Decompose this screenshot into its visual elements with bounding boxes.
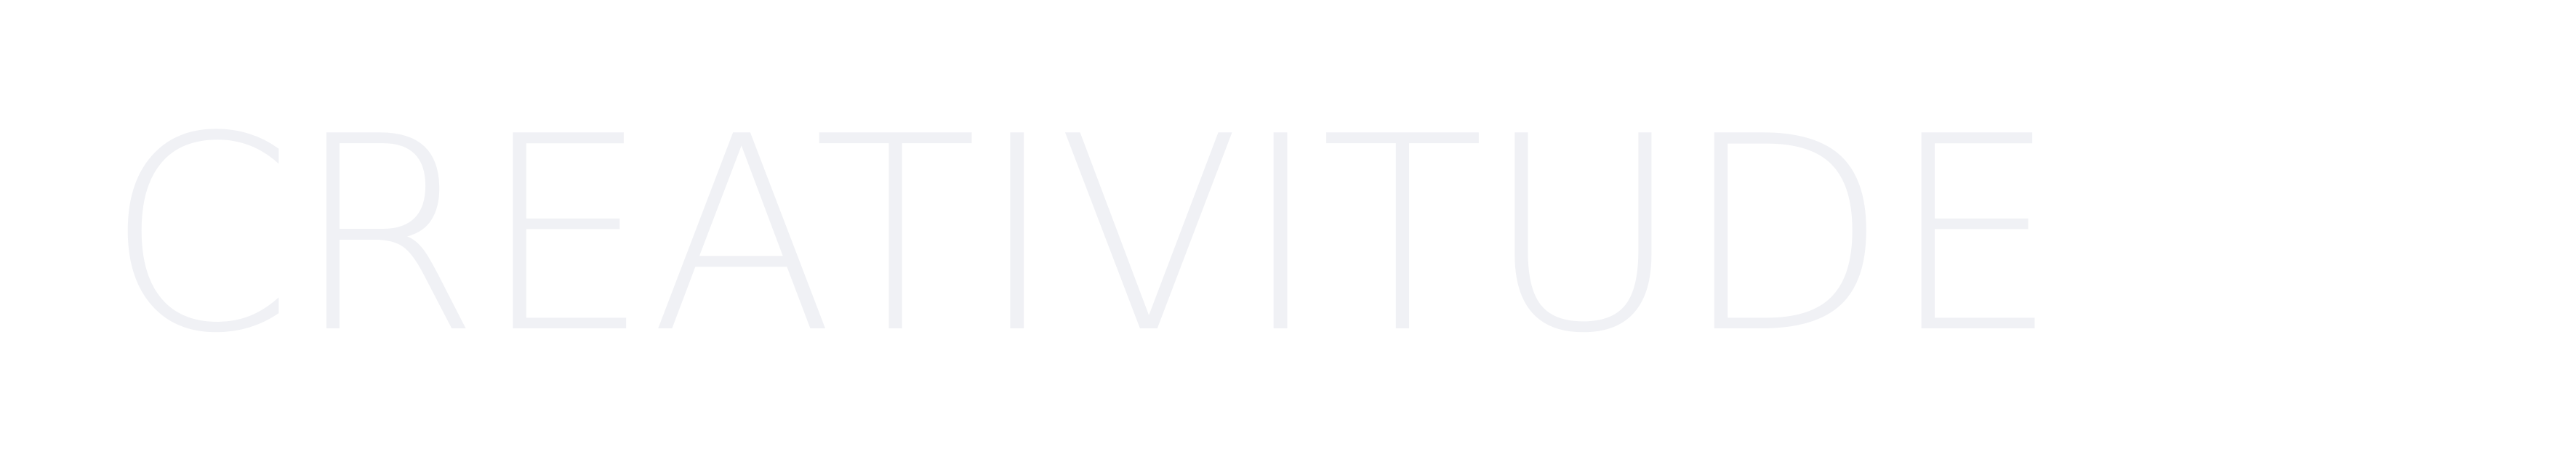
logo-canvas: CREATIVITUDE	[0, 0, 2576, 462]
creativitude-wordmark: CREATIVITUDE	[105, 80, 2059, 392]
